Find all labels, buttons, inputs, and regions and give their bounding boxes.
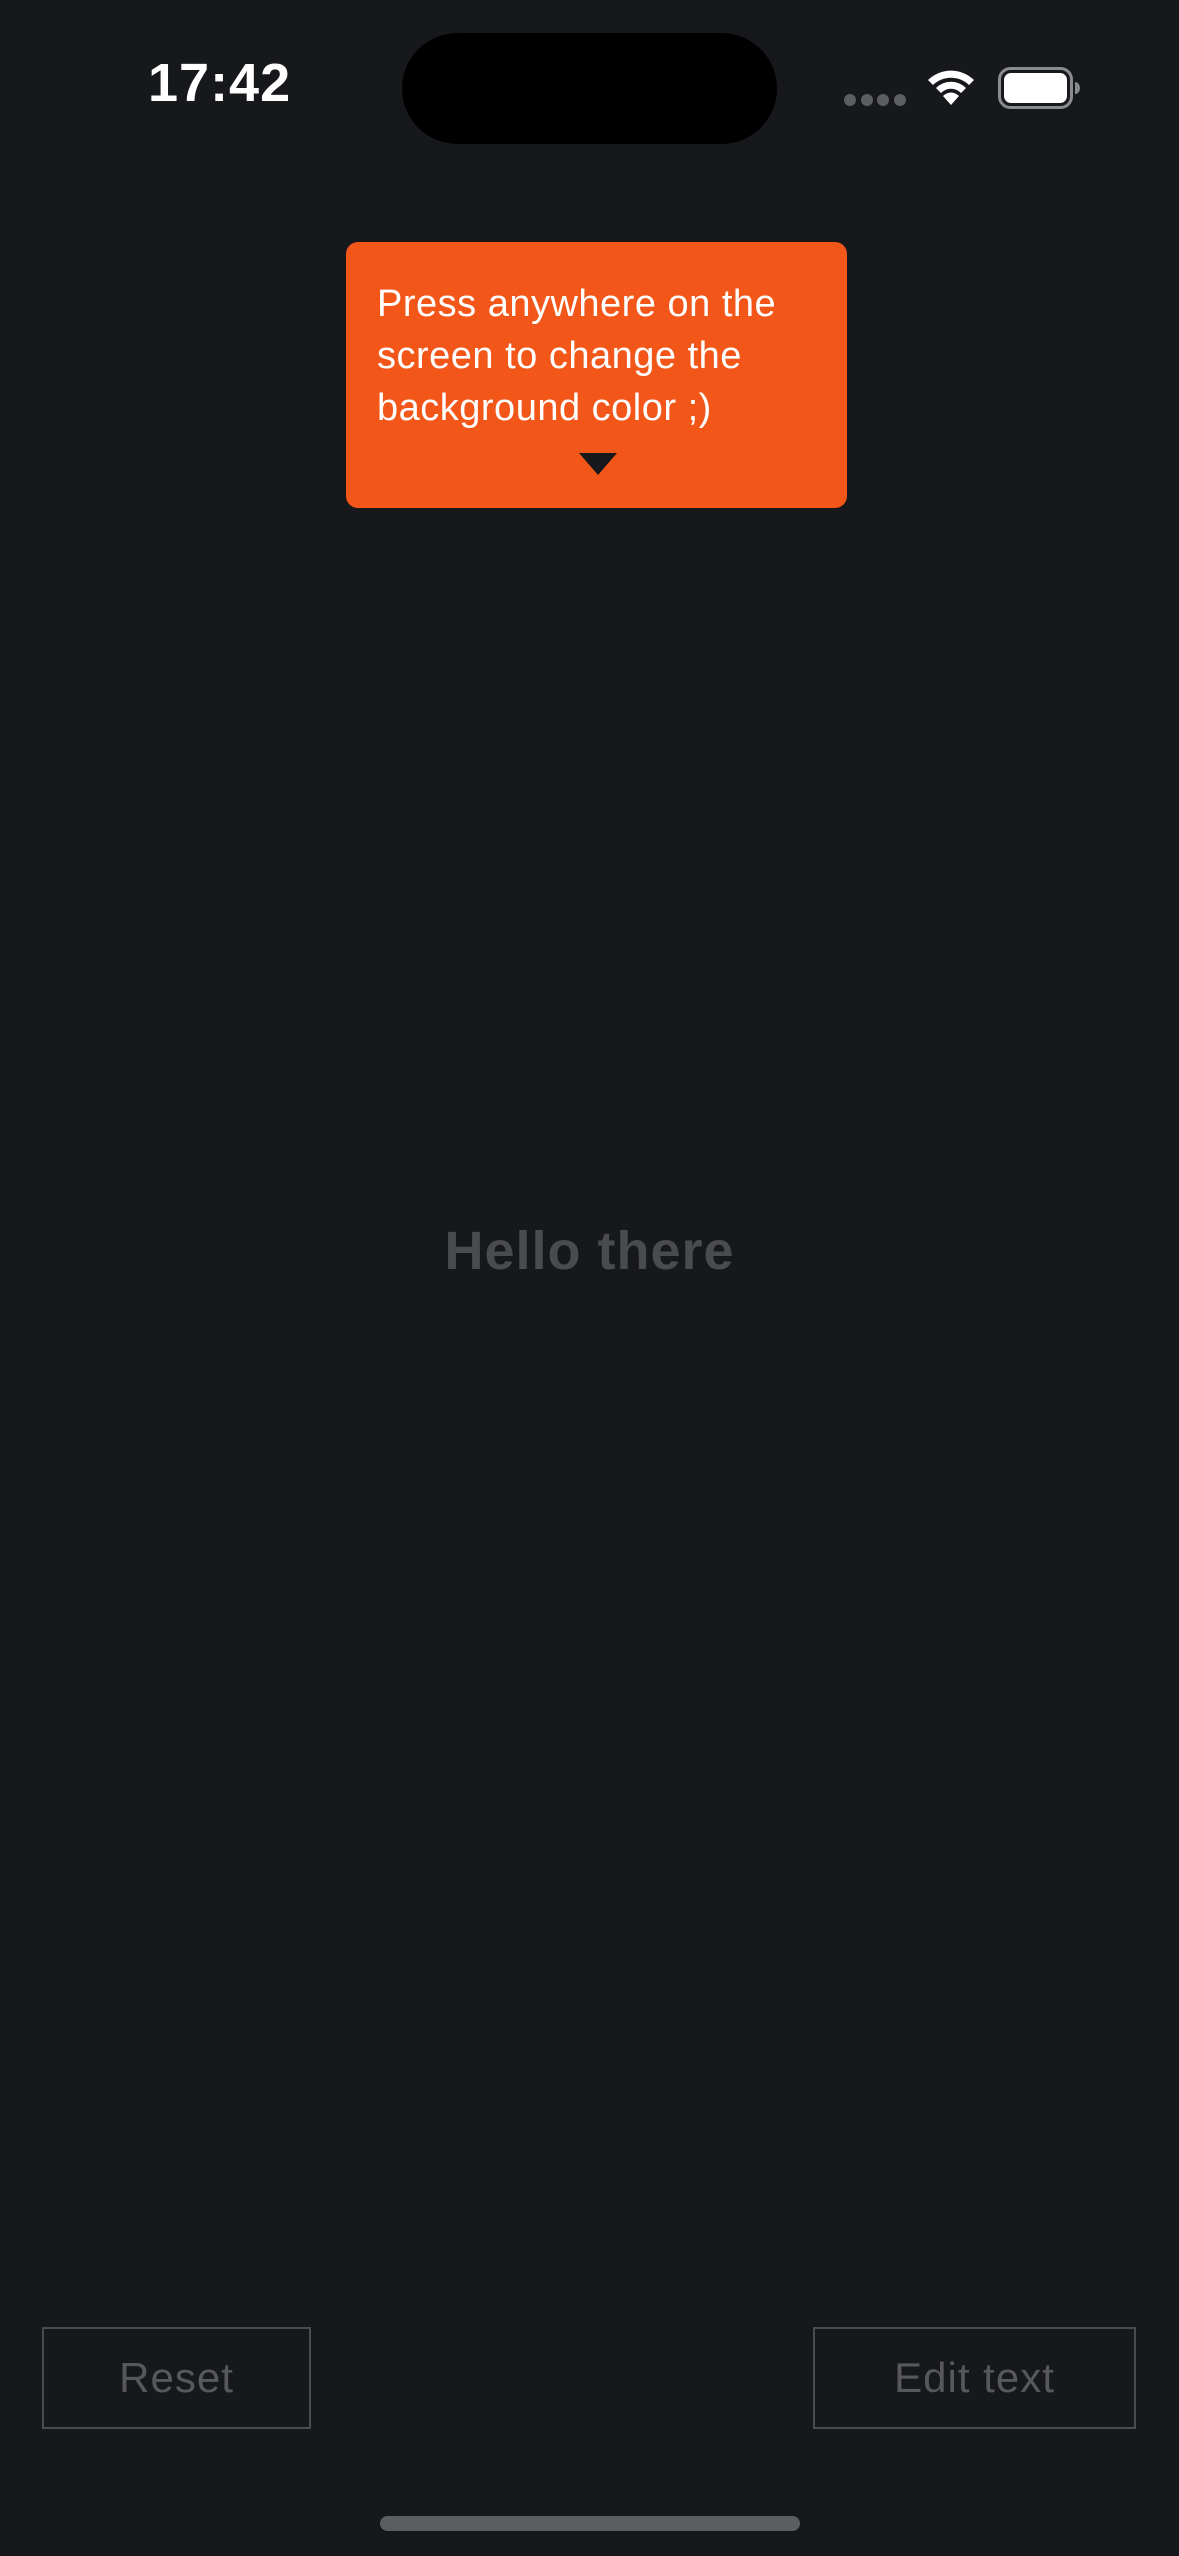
signal-dots-icon bbox=[844, 94, 906, 106]
hint-tooltip: Press anywhere on the screen to change t… bbox=[346, 242, 847, 508]
status-bar: 17:42 bbox=[0, 0, 1179, 150]
battery-icon bbox=[998, 67, 1080, 109]
edit-text-button[interactable]: Edit text bbox=[813, 2327, 1136, 2429]
main-text: Hello there bbox=[444, 1221, 735, 1281]
dynamic-island bbox=[402, 33, 777, 144]
wifi-icon bbox=[928, 70, 974, 105]
home-indicator[interactable] bbox=[380, 2516, 800, 2531]
reset-button[interactable]: Reset bbox=[42, 2327, 311, 2429]
triangle-down-icon bbox=[579, 453, 617, 475]
tooltip-text: Press anywhere on the screen to change t… bbox=[377, 283, 777, 429]
status-time: 17:42 bbox=[148, 53, 292, 113]
